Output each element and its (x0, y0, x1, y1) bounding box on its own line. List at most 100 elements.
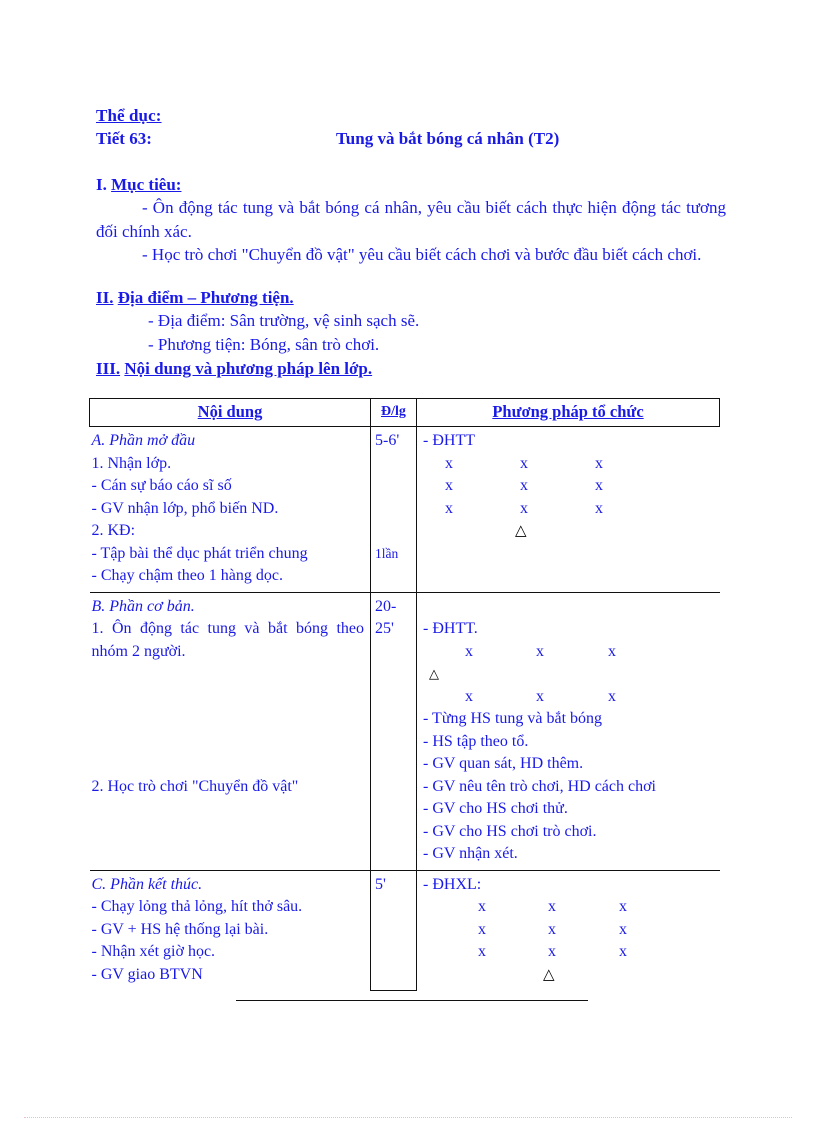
section-number-3: III. (96, 359, 121, 378)
content-a-line-0: A. Phần mở đầu (91, 432, 196, 449)
lesson-row: Tiết 63: Tung và bắt bóng cá nhân (T2) (96, 128, 720, 152)
document-header: Thể dục: Tiết 63: Tung và bắt bóng cá nh… (96, 106, 720, 152)
lesson-number: Tiết 63: (96, 129, 152, 148)
lesson-plan-table: Nội dung Đ/lg Phương pháp tổ chức A. Phầ… (89, 398, 720, 991)
document-page: Thể dục: Tiết 63: Tung và bắt bóng cá nh… (0, 0, 816, 1123)
content-a-line-2: - Cán sự báo cáo sĩ số (91, 477, 232, 494)
cell-content-a: A. Phần mở đầu 1. Nhận lớp. - Cán sự báo… (89, 426, 371, 593)
cell-method-c: - ĐHXL: x x x x x x x x x △ (417, 870, 720, 990)
content-c-line-3: - Nhận xét giờ học. (91, 943, 216, 960)
formation-mark: x (465, 642, 473, 660)
method-b-line-0: - ĐHTT. (423, 620, 478, 637)
location-line: - Địa điểm: Sân trường, vệ sinh sạch sẽ. (148, 311, 420, 330)
formation-mark: x (536, 687, 544, 705)
bottom-divider (236, 1000, 588, 1001)
method-c-line-0: - ĐHXL: (423, 875, 482, 893)
content-a-line-1: 1. Nhận lớp. (91, 454, 172, 472)
cell-method-a: - ĐHTT x x x x x x x x x △ (416, 426, 720, 593)
method-b-line-4: - GV nêu tên trò chơi, HD cách chơi (423, 777, 656, 795)
section-title-2: Địa điểm – Phương tiện. (117, 288, 294, 307)
formation-mark: x (548, 920, 556, 938)
cell-content-c: C. Phần kết thúc. - Chạy lỏng thả lỏng, … (89, 870, 371, 990)
content-c-line-0: C. Phần kết thúc. (91, 875, 203, 893)
column-header-method: Phương pháp tổ chức (416, 398, 720, 427)
objective-line-2: - Học trò chơi "Chuyển đồ vật" yêu cầu b… (142, 245, 702, 264)
method-a-line-0: - ĐHTT (423, 432, 475, 449)
formation-mark: x (595, 477, 603, 494)
section-title-3: Nội dung và phương pháp lên lớp. (124, 359, 373, 378)
cell-method-b: - ĐHTT. x x x △ x x x - Từng HS tung và … (416, 592, 720, 871)
formation-mark: x (445, 477, 453, 494)
teacher-position-marker: △ (515, 523, 527, 539)
content-b-line-0: B. Phần cơ bản. (91, 597, 195, 615)
cell-duration-a: 5-6' 1lần (370, 426, 417, 593)
section-content-method: III. Nội dung và phương pháp lên lớp. (96, 357, 726, 380)
cell-duration-c: 5' (370, 870, 417, 991)
section-heading-3: III. Nội dung và phương pháp lên lớp. (96, 357, 726, 380)
formation-mark: x (478, 943, 486, 960)
content-c-line-2: - GV + HS hệ thống lại bài. (91, 920, 269, 938)
formation-mark: x (608, 687, 616, 705)
method-b-line-2: - HS tập theo tổ. (423, 732, 529, 750)
formation-mark: x (619, 943, 627, 960)
equipment-line: - Phương tiện: Bóng, sân trò chơi. (148, 334, 380, 354)
method-b-line-5: - GV cho HS chơi thử. (423, 800, 568, 817)
formation-mark: x (619, 898, 627, 915)
subject-label: Thể dục: (96, 106, 162, 125)
content-b-line-2: 2. Học trò chơi "Chuyển đồ vật" (91, 777, 299, 795)
method-b-line-3: - GV quan sát, HD thêm. (423, 755, 584, 772)
table-row: B. Phần cơ bản. 1. Ôn động tác tung và b… (89, 592, 720, 871)
formation-mark: x (445, 454, 453, 472)
content-a-line-4: 2. KĐ: (91, 522, 136, 539)
formation-mark: x (536, 642, 544, 660)
table-header-row: Nội dung Đ/lg Phương pháp tổ chức (89, 398, 720, 427)
content-c-line-1: - Chạy lỏng thả lỏng, hít thở sâu. (91, 898, 303, 915)
column-header-content: Nội dung (89, 398, 371, 427)
method-b-line-7: - GV nhận xét. (423, 845, 518, 862)
formation-diagram-b: x x x △ x x x (423, 641, 716, 709)
cell-content-b: B. Phần cơ bản. 1. Ôn động tác tung và b… (89, 592, 371, 871)
content-a-line-3: - GV nhận lớp, phổ biến ND. (91, 499, 279, 517)
duration-b-1: 25' (375, 620, 394, 637)
duration-c-0: 5' (375, 875, 386, 893)
formation-diagram-a: x x x x x x x x x △ (423, 453, 716, 543)
section-heading-1: I. Mục tiêu: (96, 173, 726, 196)
formation-mark: x (608, 642, 616, 660)
content-c-line-4: - GV giao BTVN (91, 965, 203, 983)
duration-b-0: 20- (375, 597, 397, 615)
formation-mark: x (619, 920, 627, 938)
duration-a-1: 1lần (375, 545, 399, 561)
section-number-2: II. (96, 288, 114, 307)
table-row: A. Phần mở đầu 1. Nhận lớp. - Cán sự báo… (89, 426, 720, 593)
section-number-1: I. (96, 175, 107, 194)
formation-mark: x (595, 454, 603, 472)
formation-mark: x (595, 499, 603, 517)
column-header-duration: Đ/lg (370, 398, 417, 427)
formation-mark: x (478, 898, 486, 915)
method-b-line-1: - Từng HS tung và bắt bóng (423, 710, 603, 727)
formation-mark: x (548, 943, 556, 960)
section-text-2b: - Phương tiện: Bóng, sân trò chơi. (96, 333, 726, 357)
teacher-position-marker: △ (543, 966, 555, 983)
formation-diagram-c: x x x x x x x x x △ (423, 896, 716, 986)
section-objectives: I. Mục tiêu: - Ôn động tác tung và bắt b… (96, 173, 726, 267)
section-text-2a: - Địa điểm: Sân trường, vệ sinh sạch sẽ. (96, 309, 726, 333)
formation-mark: x (478, 920, 486, 938)
duration-a-0: 5-6' (375, 432, 400, 449)
objective-line-1: - Ôn động tác tung và bắt bóng cá nhân, … (96, 198, 726, 241)
formation-mark: x (520, 454, 528, 472)
formation-mark: x (445, 499, 453, 517)
method-b-line-6: - GV cho HS chơi trò chơi. (423, 822, 597, 840)
page-title: Tung và bắt bóng cá nhân (T2) (336, 129, 560, 148)
footer-dotted-rule (24, 1117, 792, 1118)
formation-mark: x (520, 477, 528, 494)
cell-duration-b: 20- 25' (370, 592, 417, 871)
formation-mark: x (520, 499, 528, 517)
section-title-1: Mục tiêu: (111, 175, 182, 194)
content-a-line-5: - Tập bài thể dục phát triển chung (91, 544, 308, 562)
section-location-equipment: II. Địa điểm – Phương tiện. - Địa điểm: … (96, 286, 726, 356)
formation-mark: x (548, 898, 556, 915)
content-b-line-1: 1. Ôn động tác tung và bắt bóng theo nhó… (91, 620, 365, 660)
table-row: C. Phần kết thúc. - Chạy lỏng thả lỏng, … (89, 870, 720, 991)
section-heading-2: II. Địa điểm – Phương tiện. (96, 286, 726, 309)
